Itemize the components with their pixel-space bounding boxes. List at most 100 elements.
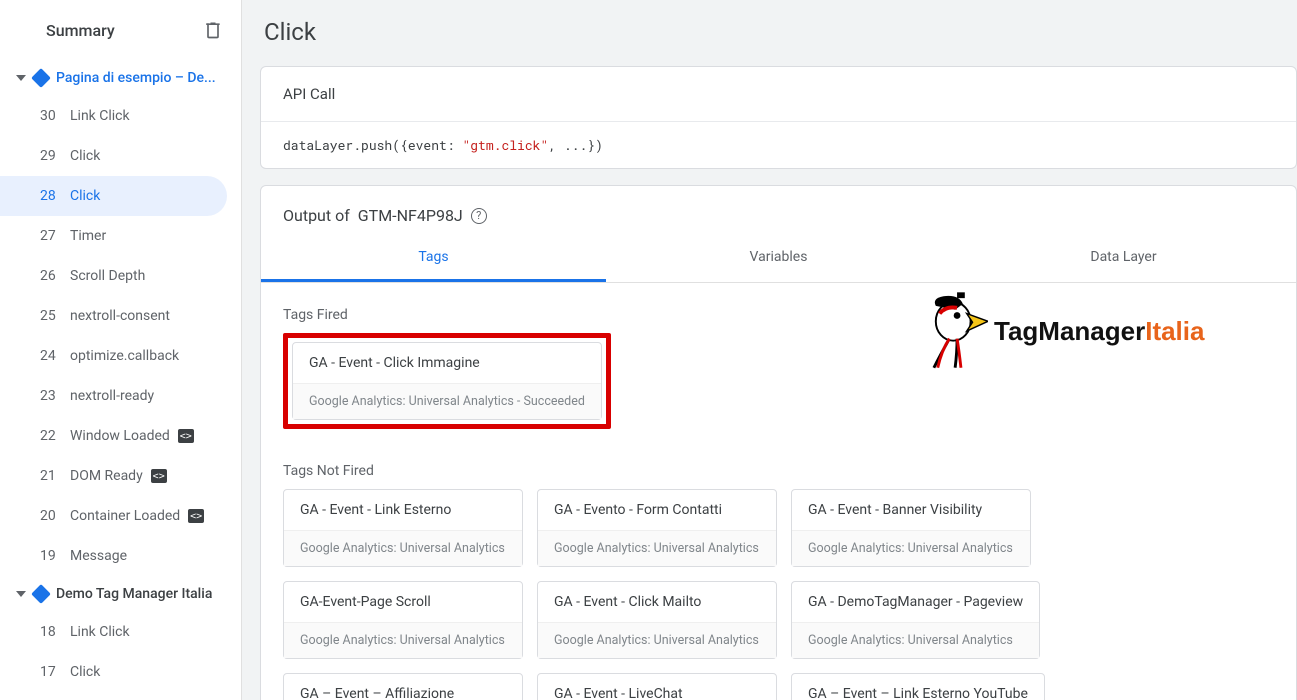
tag-card-subtitle: Google Analytics: Universal Analytics [538,622,776,658]
tag-card-subtitle: Google Analytics: Universal Analytics [284,530,522,566]
event-number: 25 [40,308,62,324]
tag-card[interactable]: GA - Event - Link EsternoGoogle Analytic… [283,489,523,567]
event-number: 26 [40,268,62,284]
tag-card-title: GA - DemoTagManager - Pageview [792,582,1039,622]
help-icon[interactable]: ? [471,208,487,224]
sidebar-header: Summary [0,0,241,60]
tag-card-subtitle: Google Analytics: Universal Analytics - … [293,383,601,419]
event-row[interactable]: 18Link Click [0,612,227,652]
tag-card-title: GA - Event - Click Mailto [538,582,776,622]
api-code-string: "gtm.click" [462,136,548,154]
event-group-header[interactable]: Demo Tag Manager Italia [0,576,241,612]
output-tabs: TagsVariablesData Layer [261,235,1296,283]
event-row[interactable]: 29 Click [0,136,227,176]
event-group-label: Pagina di esempio – De... [56,70,231,86]
event-row[interactable]: 30 Link Click [0,96,227,136]
page-title: Click [260,0,1297,66]
event-group-label: Demo Tag Manager Italia [56,586,231,602]
event-number: 17 [40,664,62,680]
event-number: 18 [40,624,62,640]
tab-data-layer[interactable]: Data Layer [951,235,1296,282]
event-name: DOM Ready [70,468,143,484]
caret-down-icon [16,589,26,599]
tag-card-title: GA - Evento - Form Contatti [538,490,776,530]
tag-card-title: GA – Event – Affiliazione [284,674,522,700]
sidebar: Summary Pagina di esempio – De... 30 Link … [0,0,242,700]
event-name: Click [70,664,100,680]
page-diamond-icon [31,68,51,88]
tag-card-subtitle: Google Analytics: Universal Analytics [792,530,1030,566]
tags-fired-highlight: GA - Event - Click ImmagineGoogle Analyt… [283,333,611,429]
caret-down-icon [16,73,26,83]
tag-card-title: GA-Event-Page Scroll [284,582,522,622]
event-row[interactable]: 21 DOM Ready <> [0,456,227,496]
output-header-prefix: Output of [283,206,350,225]
output-container-id: GTM-NF4P98J [358,206,463,225]
event-name: optimize.callback [70,348,179,364]
tag-card-title: GA - Event - Click Immagine [293,343,601,383]
event-row[interactable]: 26 Scroll Depth [0,256,227,296]
tag-card-title: GA - Event - Banner Visibility [792,490,1030,530]
event-row[interactable]: 17 Click [0,652,227,692]
event-name: nextroll-ready [70,388,154,404]
tags-not-fired-grid: GA - Event - Link EsternoGoogle Analytic… [261,489,1296,700]
main-panel: Click API Call dataLayer.push({event: "g… [242,0,1297,700]
event-number: 21 [40,468,62,484]
event-row[interactable]: 25nextroll-consent [0,296,227,336]
tags-fired-grid: GA - Event - Click ImmagineGoogle Analyt… [261,333,1296,439]
tag-card[interactable]: GA - DemoTagManager - PageviewGoogle Ana… [791,581,1040,659]
code-badge-icon: <> [151,469,167,483]
event-row[interactable]: 19Message [0,536,227,576]
tab-tags[interactable]: Tags [261,235,606,282]
event-name: Container Loaded [70,508,180,524]
tag-card-subtitle: Google Analytics: Universal Analytics [538,530,776,566]
page-diamond-icon [31,584,51,604]
tag-card[interactable]: GA - Event - Banner VisibilityGoogle Ana… [791,489,1031,567]
code-badge-icon: <> [188,509,204,523]
event-number: 29 [40,148,62,164]
api-code-suffix: , ...}) [548,136,603,154]
sidebar-title: Summary [46,21,115,40]
tag-card[interactable]: GA – Event – AffiliazioneGoogle Analytic… [283,673,523,700]
event-name: Link Click [70,108,130,124]
event-row[interactable]: 24 optimize.callback [0,336,227,376]
tag-card-subtitle: Google Analytics: Universal Analytics [792,622,1039,658]
tag-card-title: GA - Event - Link Esterno [284,490,522,530]
tab-variables[interactable]: Variables [606,235,951,282]
output-header: Output of GTM-NF4P98J ? [261,186,1296,235]
event-group-header[interactable]: Pagina di esempio – De... [0,60,241,96]
event-row[interactable]: 20Container Loaded<> [0,496,227,536]
tags-fired-label: Tags Fired [261,283,1296,333]
event-name: Click [70,148,100,164]
event-name: Window Loaded [70,428,170,444]
tag-card-title: GA – Event – Link Esterno YouTube [792,674,1044,700]
tag-card[interactable]: GA - Event - Click MailtoGoogle Analytic… [537,581,777,659]
event-row[interactable]: 23nextroll-ready [0,376,227,416]
output-card: Output of GTM-NF4P98J ? TagsVariablesDat… [260,185,1297,700]
tag-card[interactable]: GA - Event - Click ImmagineGoogle Analyt… [292,342,602,420]
api-call-body: dataLayer.push({event: "gtm.click", ...}… [261,122,1296,168]
event-number: 27 [40,228,62,244]
event-number: 30 [40,108,62,124]
event-number: 22 [40,428,62,444]
api-call-header: API Call [261,67,1296,122]
event-name: Click [70,188,100,204]
tag-card[interactable]: GA - Event - LiveChatGoogle Analytics: U… [537,673,777,700]
event-row[interactable]: 27Timer [0,216,227,256]
event-number: 28 [40,188,62,204]
event-number: 19 [40,548,62,564]
event-row[interactable]: 22 Window Loaded <> [0,416,227,456]
tags-not-fired-label: Tags Not Fired [261,439,1296,489]
event-row[interactable]: 28 Click [0,176,227,216]
clear-events-icon[interactable] [201,18,225,42]
event-number: 24 [40,348,62,364]
tag-card[interactable]: GA - Evento - Form ContattiGoogle Analyt… [537,489,777,567]
tag-card-title: GA - Event - LiveChat [538,674,776,700]
tag-card[interactable]: GA – Event – Link Esterno YouTubeGoogle … [791,673,1045,700]
event-name: Scroll Depth [70,268,145,284]
api-code-prefix: dataLayer.push({event: [283,136,462,154]
code-badge-icon: <> [178,429,194,443]
tag-card-subtitle: Google Analytics: Universal Analytics [284,622,522,658]
tag-card[interactable]: GA-Event-Page ScrollGoogle Analytics: Un… [283,581,523,659]
api-call-card: API Call dataLayer.push({event: "gtm.cli… [260,66,1297,169]
